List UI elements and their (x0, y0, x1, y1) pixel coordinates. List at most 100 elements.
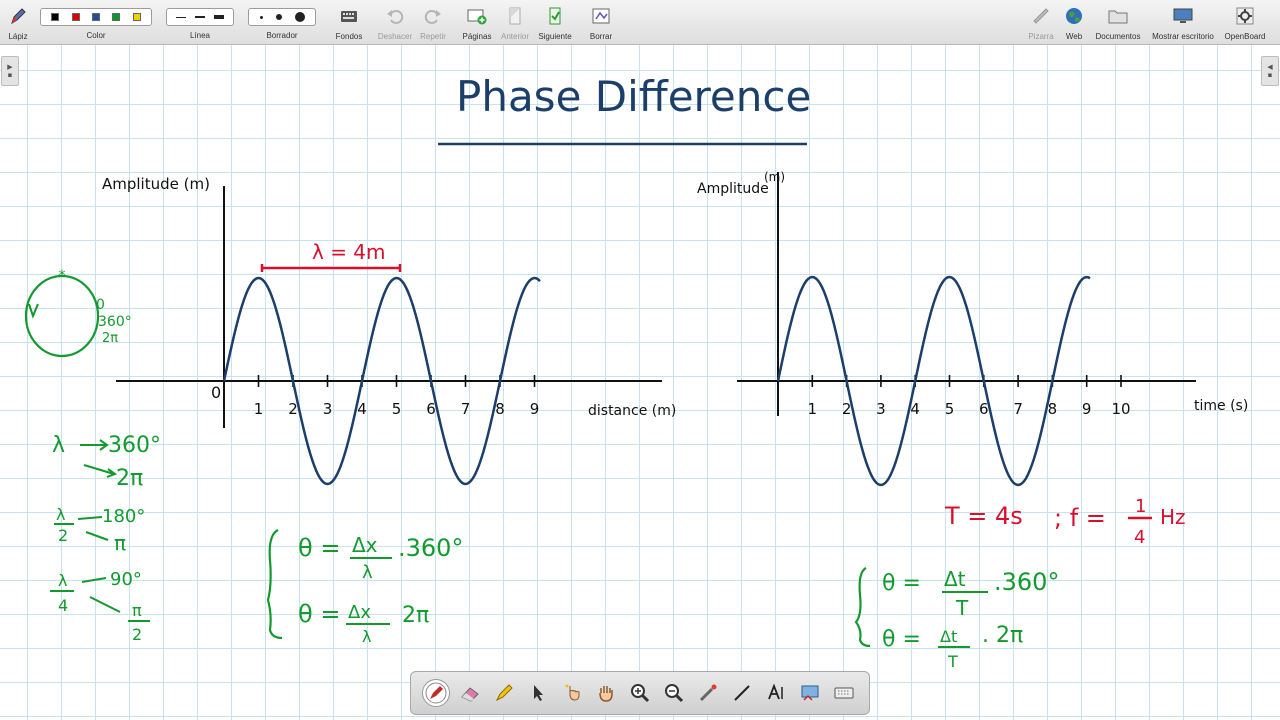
pen-tool-button[interactable] (422, 679, 450, 707)
formula-360-tail: .360° (398, 534, 463, 562)
x-tick-label: 4 (357, 400, 367, 418)
frequency-text: ; f = (1054, 504, 1106, 532)
x-tick-label: 8 (495, 400, 505, 418)
zoom-out-button[interactable] (660, 679, 688, 707)
circle-radians-label: 2π (102, 331, 118, 346)
circle-arrow (28, 303, 39, 319)
x-tick-label: 9 (530, 400, 540, 418)
zoom-in-icon (631, 684, 650, 703)
formula-theta-radians: θ = (298, 600, 340, 628)
x-tick-label: 6 (426, 400, 436, 418)
circle-start-mark: * (59, 268, 66, 284)
arrow-icon (77, 516, 103, 520)
graph-distance: Amplitude (m) distance (m) 0 1 2 3 4 5 6 7 8 9 λ… (102, 175, 676, 486)
circle-zero-label: 0 (96, 297, 105, 313)
formula-2pi-tail: 2π (402, 603, 429, 628)
formula-theta-degrees: θ = (882, 571, 921, 596)
x-tick-label: 9 (1082, 400, 1092, 418)
virtual-keyboard-button[interactable] (830, 679, 858, 707)
x-tick-label: 7 (1013, 400, 1023, 418)
line-tool-button[interactable] (728, 679, 756, 707)
laser-pointer-button[interactable] (694, 679, 722, 707)
note-half-numerator: λ (56, 505, 65, 524)
formula-2pi-tail: . 2π (982, 623, 1023, 648)
arrow-icon (89, 596, 121, 613)
phase-formula-time: θ = Δt T .360° θ = Δt T . 2π (854, 567, 1059, 671)
cursor-icon (534, 685, 543, 701)
pen-icon (425, 682, 447, 704)
arrow-icon (81, 577, 107, 583)
capture-icon (801, 685, 819, 701)
graph-time: Amplitude (m) time (s) 1 2 3 4 5 6 7 8 9 10 T = 4… (697, 170, 1248, 548)
select-tool-button[interactable] (524, 679, 552, 707)
formula-numerator-dx: Δx (348, 602, 371, 623)
arrow-icon (80, 439, 109, 451)
keyboard-icon (834, 687, 854, 699)
x-tick-label: 3 (323, 400, 333, 418)
formula-numerator-dx: Δx (352, 533, 378, 557)
ink-layer: Phase Difference Amplitude (m) distance … (24, 72, 1248, 671)
note-pi: π (114, 531, 126, 555)
y-axis-label-right: Amplitude (697, 181, 769, 197)
note-quarter-denominator: 4 (58, 596, 68, 615)
formula-brace-right (854, 567, 871, 648)
x-tick-label: 10 (1111, 400, 1130, 418)
zoom-out-icon (665, 684, 684, 703)
board-title: Phase Difference (456, 72, 811, 121)
interact-tool-button[interactable] (558, 679, 586, 707)
note-360-degrees: 360° (108, 433, 161, 458)
x-tick-label: 2 (288, 400, 298, 418)
phase-formula-distance: θ = Δx λ .360° θ = Δx λ 2π (266, 529, 463, 646)
formula-theta-radians: θ = (882, 627, 921, 652)
y-axis-label-left: Amplitude (m) (102, 175, 210, 193)
hand-tool-button[interactable] (592, 679, 620, 707)
text-tool-button[interactable] (762, 679, 790, 707)
eraser-icon (461, 687, 479, 702)
laser-pointer-icon (699, 684, 717, 702)
capture-tool-button[interactable] (796, 679, 824, 707)
formula-denominator-period: T (955, 596, 969, 620)
wavelength-label: λ = 4m (312, 240, 386, 264)
note-pi-half-numerator: π (132, 601, 142, 620)
x-tick-label: 7 (461, 400, 471, 418)
pointing-hand-icon (565, 684, 580, 701)
note-half-denominator: 2 (58, 526, 68, 545)
formula-denominator-period: T (947, 652, 958, 671)
phase-circle (24, 274, 100, 358)
x-axis-label-left: distance (m) (588, 403, 676, 419)
formula-brace-left (266, 529, 283, 640)
formula-numerator-dt: Δt (940, 627, 957, 646)
x-tick-label: 1 (254, 400, 264, 418)
y-axis-unit-right: (m) (764, 170, 785, 184)
period-text: T = 4s (944, 502, 1023, 530)
hand-icon (599, 686, 613, 702)
x-tick-label: 5 (392, 400, 402, 418)
origin-label: 0 (211, 383, 221, 402)
highlighter-tool-button[interactable] (490, 679, 518, 707)
arrow-icon (83, 464, 118, 478)
formula-numerator-dt: Δt (944, 567, 966, 591)
note-2pi: 2π (116, 466, 143, 491)
arrow-icon (85, 531, 109, 541)
x-tick-label: 5 (945, 400, 955, 418)
formula-360-tail: .360° (994, 568, 1059, 596)
phase-circle-notes: * 0 360° 2π (24, 268, 132, 358)
circle-degrees-label: 360° (98, 314, 132, 330)
frequency-unit: Hz (1160, 505, 1186, 529)
frequency-numerator: 1 (1135, 496, 1146, 517)
formula-theta-degrees: θ = (298, 534, 340, 562)
text-icon (768, 683, 783, 700)
x-tick-label: 1 (808, 400, 818, 418)
note-90-degrees: 90° (110, 569, 142, 590)
note-180-degrees: 180° (102, 506, 145, 527)
x-tick-label: 3 (876, 400, 886, 418)
ratio-notes: λ 360° 2π λ 2 180° π λ 4 90° π 2 (50, 433, 161, 644)
eraser-tool-button[interactable] (456, 679, 484, 707)
note-pi-half-denominator: 2 (132, 625, 142, 644)
note-lambda: λ (52, 433, 65, 458)
x-axis-label-right: time (s) (1194, 398, 1248, 414)
frequency-denominator: 4 (1134, 527, 1145, 548)
zoom-in-button[interactable] (626, 679, 654, 707)
highlighter-icon (495, 684, 513, 702)
note-quarter-numerator: λ (58, 571, 67, 590)
